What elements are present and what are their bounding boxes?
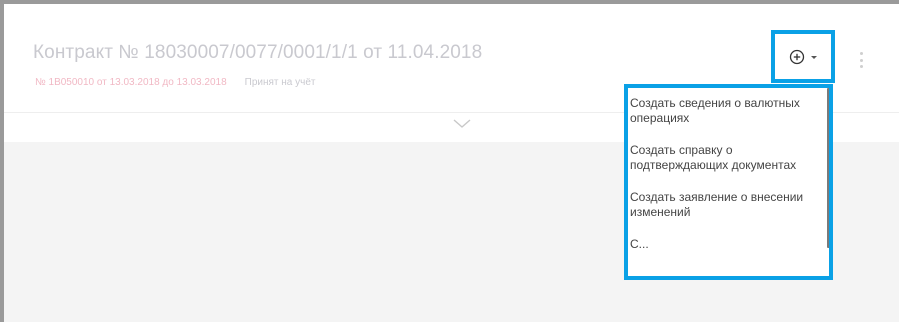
menu-item-change-application[interactable]: Создать заявление о внесении изменений: [628, 190, 827, 220]
menu-item-partial[interactable]: С...: [628, 237, 827, 252]
create-actions-dropdown: Создать сведения о валютных операциях Со…: [624, 84, 833, 280]
document-reference: № 1B050010 от 13.03.2018 до 13.03.2018: [35, 77, 227, 88]
chevron-down-icon[interactable]: [453, 119, 471, 129]
contract-subtitle: № 1B050010 от 13.03.2018 до 13.03.2018 П…: [35, 77, 316, 88]
dropdown-scrollbar[interactable]: [827, 88, 829, 248]
more-options-icon[interactable]: [858, 52, 864, 68]
kebab-dot: [859, 52, 863, 55]
kebab-dot: [859, 58, 863, 62]
caret-down-icon: [811, 55, 817, 59]
contract-title: Контракт № 18030007/0077/0001/1/1 от 11.…: [33, 42, 483, 63]
dropdown-list: Создать сведения о валютных операциях Со…: [628, 88, 827, 276]
plus-circle-icon: [789, 49, 805, 64]
kebab-dot: [859, 65, 863, 68]
status-text: Принят на учёт: [244, 77, 316, 88]
add-action-button[interactable]: [771, 30, 835, 83]
menu-item-currency-operations[interactable]: Создать сведения о валютных операциях: [628, 96, 827, 126]
menu-item-supporting-documents[interactable]: Создать справку о подтверждающих докумен…: [628, 143, 827, 173]
